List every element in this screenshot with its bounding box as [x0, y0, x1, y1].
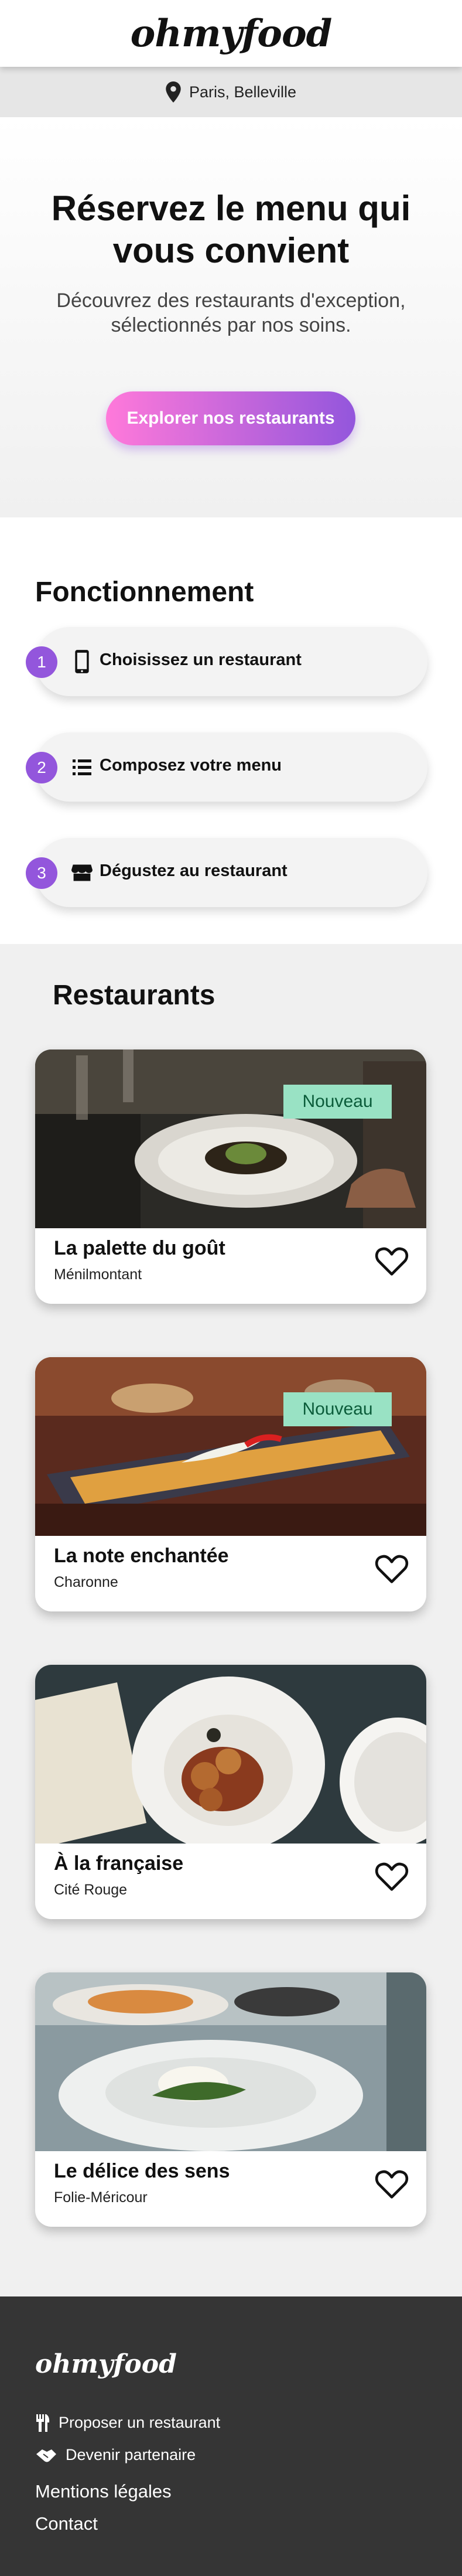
new-badge: Nouveau — [283, 1085, 392, 1119]
restaurant-card[interactable]: Nouveau La note enchantée Charonne — [35, 1357, 426, 1611]
step-number: 1 — [26, 646, 57, 678]
location-label: Paris, Belleville — [189, 83, 297, 101]
heart-icon[interactable] — [375, 1861, 409, 1892]
restaurants-section: Restaurants Nouveau La palette du goût M… — [0, 944, 462, 2296]
restaurant-area: Cité Rouge — [54, 1882, 128, 1898]
restaurant-name: La note enchantée — [54, 1545, 229, 1567]
site-header: ohmyfood — [0, 0, 462, 67]
become-partner-link[interactable]: Devenir partenaire — [35, 2446, 196, 2464]
restaurant-card[interactable]: Nouveau La palette du goût Ménilmontant — [35, 1050, 426, 1304]
hero-subtitle: Découvrez des restaurants d'exception, s… — [56, 289, 406, 336]
step-label: Composez votre menu — [100, 756, 282, 775]
handshake-icon — [36, 2449, 56, 2462]
site-logo[interactable]: ohmyfood — [131, 12, 333, 56]
footer-item-label: Devenir partenaire — [66, 2446, 196, 2463]
site-footer: ohmyfood Proposer un restaurant Devenir … — [0, 2296, 462, 2576]
footer-item-label: Proposer un restaurant — [59, 2414, 221, 2431]
restaurant-area: Folie-Méricour — [54, 2189, 148, 2206]
step-number: 2 — [26, 752, 57, 783]
how-it-works-title: Fonctionnement — [35, 577, 254, 608]
explore-restaurants-button[interactable]: Explorer nos restaurants — [106, 391, 355, 445]
contact-link[interactable]: Contact — [35, 2513, 98, 2534]
utensils-icon — [36, 2414, 50, 2432]
step-3: 3 Dégustez au restaurant — [26, 838, 427, 907]
restaurant-area: Ménilmontant — [54, 1266, 142, 1283]
restaurant-photo — [35, 1050, 426, 1228]
propose-restaurant-link[interactable]: Proposer un restaurant — [35, 2414, 220, 2432]
mobile-phone-icon — [75, 650, 89, 673]
restaurant-area: Charonne — [54, 1574, 118, 1590]
restaurant-card[interactable]: Le délice des sens Folie-Méricour — [35, 1972, 426, 2227]
hero-title: Réservez le menu qui vous convient — [51, 189, 411, 270]
restaurant-photo — [35, 1357, 426, 1536]
step-label: Dégustez au restaurant — [100, 861, 288, 880]
how-it-works-section: Fonctionnement 1 Choisissez un restauran… — [0, 517, 462, 944]
store-icon — [71, 864, 93, 881]
heart-icon[interactable] — [375, 1246, 409, 1276]
location-pin-icon — [166, 81, 181, 103]
restaurant-photo — [35, 1972, 426, 2151]
step-label: Choisissez un restaurant — [100, 650, 302, 669]
restaurant-card[interactable]: À la française Cité Rouge — [35, 1665, 426, 1919]
heart-icon[interactable] — [375, 1553, 409, 1584]
hero-section: Réservez le menu qui vous convient Décou… — [0, 117, 462, 517]
footer-logo[interactable]: ohmyfood — [35, 2349, 177, 2379]
list-icon — [73, 759, 91, 775]
restaurant-name: À la française — [54, 1852, 184, 1875]
restaurant-name: La palette du goût — [54, 1237, 225, 1259]
heart-icon[interactable] — [375, 2169, 409, 2199]
location-bar[interactable]: Paris, Belleville — [0, 67, 462, 117]
restaurant-name: Le délice des sens — [54, 2160, 230, 2182]
restaurants-title: Restaurants — [53, 980, 215, 1011]
restaurant-photo — [35, 1665, 426, 1844]
new-badge: Nouveau — [283, 1392, 392, 1426]
legal-notice-link[interactable]: Mentions légales — [35, 2481, 172, 2502]
step-number: 3 — [26, 857, 57, 889]
step-1: 1 Choisissez un restaurant — [26, 627, 427, 696]
step-2: 2 Composez votre menu — [26, 732, 427, 802]
